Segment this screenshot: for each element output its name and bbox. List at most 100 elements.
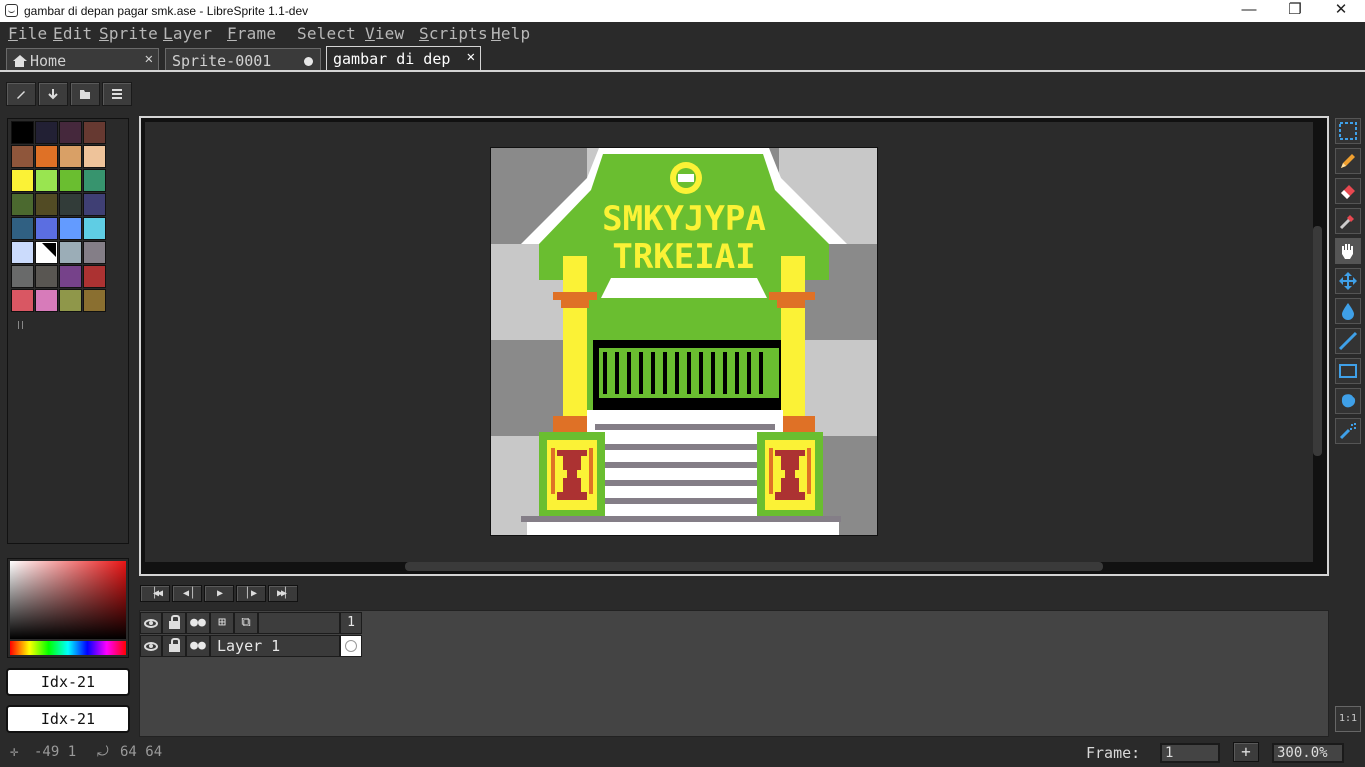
edit-palette-button[interactable] [6, 82, 36, 106]
palette-swatch[interactable] [11, 193, 34, 216]
palette-swatch[interactable] [59, 169, 82, 192]
cursor-position: -49 1 [34, 744, 77, 760]
eyedropper-tool[interactable] [1335, 208, 1361, 234]
saturation-value-box[interactable] [10, 561, 126, 639]
add-frame-button[interactable]: + [1233, 742, 1259, 762]
frame-input[interactable]: 1 [1160, 743, 1220, 763]
palette-swatch[interactable] [11, 265, 34, 288]
tab-sprite-0001[interactable]: Sprite-0001 [165, 48, 321, 72]
menu-layer[interactable]: Layer [163, 24, 212, 43]
hue-slider[interactable] [10, 641, 126, 655]
timeline-lock-header[interactable] [162, 612, 186, 634]
close-icon[interactable]: ✕ [145, 51, 153, 67]
pencil-tool[interactable] [1335, 148, 1361, 174]
palette-swatch[interactable] [11, 241, 34, 264]
background-color-button[interactable]: Idx-21 [6, 705, 130, 733]
download-palette-button[interactable] [38, 82, 68, 106]
palette-swatch[interactable] [11, 217, 34, 240]
eraser-tool[interactable] [1335, 178, 1361, 204]
palette-swatch[interactable] [59, 145, 82, 168]
menu-help[interactable]: Help [491, 24, 530, 43]
palette-swatch[interactable] [59, 241, 82, 264]
menu-select[interactable]: Select [297, 24, 356, 43]
rectangle-tool[interactable] [1335, 358, 1361, 384]
eyedropper-icon [1339, 215, 1354, 230]
play-button[interactable]: ▶ [204, 585, 234, 602]
one-to-one-button[interactable]: 1:1 [1335, 706, 1361, 732]
line-tool[interactable] [1335, 328, 1361, 354]
menu-edit[interactable]: Edit [53, 24, 92, 43]
palette-options-button[interactable] [102, 82, 132, 106]
palette-swatch[interactable] [35, 145, 58, 168]
layer-lock-toggle[interactable] [162, 635, 186, 657]
contour-tool[interactable] [1335, 388, 1361, 414]
palette-swatch[interactable] [11, 289, 34, 312]
last-frame-button[interactable]: ▶▶▏ [268, 585, 298, 602]
timeline-visibility-header[interactable] [140, 612, 162, 634]
first-frame-button[interactable]: ▕◀◀ [140, 585, 170, 602]
menu-file[interactable]: File [8, 24, 47, 43]
move-icon [1339, 272, 1357, 290]
palette-swatch[interactable] [83, 265, 106, 288]
palette-swatch[interactable] [59, 289, 82, 312]
palette-swatch[interactable] [83, 145, 106, 168]
palette-swatch[interactable] [83, 241, 106, 264]
menu-view[interactable]: View [365, 24, 404, 43]
palette-swatch[interactable] [59, 265, 82, 288]
palette-swatch[interactable] [83, 121, 106, 144]
palette-swatch[interactable] [59, 121, 82, 144]
vertical-scrollbar[interactable] [1313, 226, 1322, 456]
palette-swatch[interactable] [59, 217, 82, 240]
hand-tool[interactable] [1335, 238, 1361, 264]
palette-swatch[interactable] [35, 121, 58, 144]
palette-swatch[interactable] [35, 169, 58, 192]
palette-swatch[interactable] [35, 289, 58, 312]
layer-name[interactable]: Layer 1 [210, 635, 340, 657]
horizontal-scrollbar[interactable] [405, 562, 1103, 571]
palette-resize-handle[interactable] [18, 321, 23, 329]
paint-bucket-tool[interactable] [1335, 298, 1361, 324]
palette-swatch[interactable] [83, 193, 106, 216]
modified-dot-icon[interactable] [304, 57, 313, 66]
onion-skin-icon: ⊞ [218, 615, 226, 630]
frame-header-1[interactable]: 1 [340, 612, 362, 634]
palette-swatch[interactable] [11, 121, 34, 144]
close-icon[interactable]: ✕ [467, 49, 475, 65]
palette-swatch[interactable] [35, 217, 58, 240]
cel-1[interactable] [340, 635, 362, 657]
palette-swatch[interactable] [83, 169, 106, 192]
menu-sprite[interactable]: Sprite [99, 24, 158, 43]
foreground-color-button[interactable]: Idx-21 [6, 668, 130, 696]
marquee-tool[interactable] [1335, 118, 1361, 144]
layer-visibility-toggle[interactable] [140, 635, 162, 657]
palette-swatch[interactable] [11, 145, 34, 168]
palette-swatch[interactable] [83, 289, 106, 312]
sprite-canvas[interactable]: SMKYJYPA TRKEIAI [490, 147, 878, 536]
palette-swatch[interactable] [83, 217, 106, 240]
save-palette-button[interactable] [70, 82, 100, 106]
spray-tool[interactable] [1335, 418, 1361, 444]
next-frame-button[interactable]: ▏▶ [236, 585, 266, 602]
minimize-button[interactable]: — [1226, 0, 1272, 22]
tab-gambar-di-dep[interactable]: gambar di dep ✕ [326, 46, 481, 72]
menu-scripts[interactable]: Scripts [419, 24, 488, 43]
palette-swatch[interactable] [35, 193, 58, 216]
timeline-continuous-header[interactable]: ●● [186, 612, 210, 634]
menu-frame[interactable]: Frame [227, 24, 276, 43]
palette-swatch[interactable] [35, 265, 58, 288]
close-window-button[interactable]: ✕ [1318, 0, 1364, 22]
palette-swatch[interactable] [11, 169, 34, 192]
maximize-button[interactable]: ❐ [1272, 0, 1318, 22]
palette-swatch[interactable] [59, 193, 82, 216]
tab-home[interactable]: Home ✕ [6, 48, 159, 72]
menu-bar: File Edit Sprite Layer Frame Select View… [0, 22, 1365, 44]
zoom-input[interactable]: 300.0% [1272, 743, 1344, 763]
previous-frame-button[interactable]: ◀▕ [172, 585, 202, 602]
palette-swatch[interactable] [35, 241, 58, 264]
frames-icon: ⧉ [241, 615, 251, 630]
layer-continuous-toggle[interactable]: ●● [186, 635, 210, 657]
timeline-frames-button[interactable]: ⧉ [234, 612, 258, 634]
move-tool[interactable] [1335, 268, 1361, 294]
timeline-onion-skin-button[interactable]: ⊞ [210, 612, 234, 634]
eye-icon [144, 619, 158, 628]
